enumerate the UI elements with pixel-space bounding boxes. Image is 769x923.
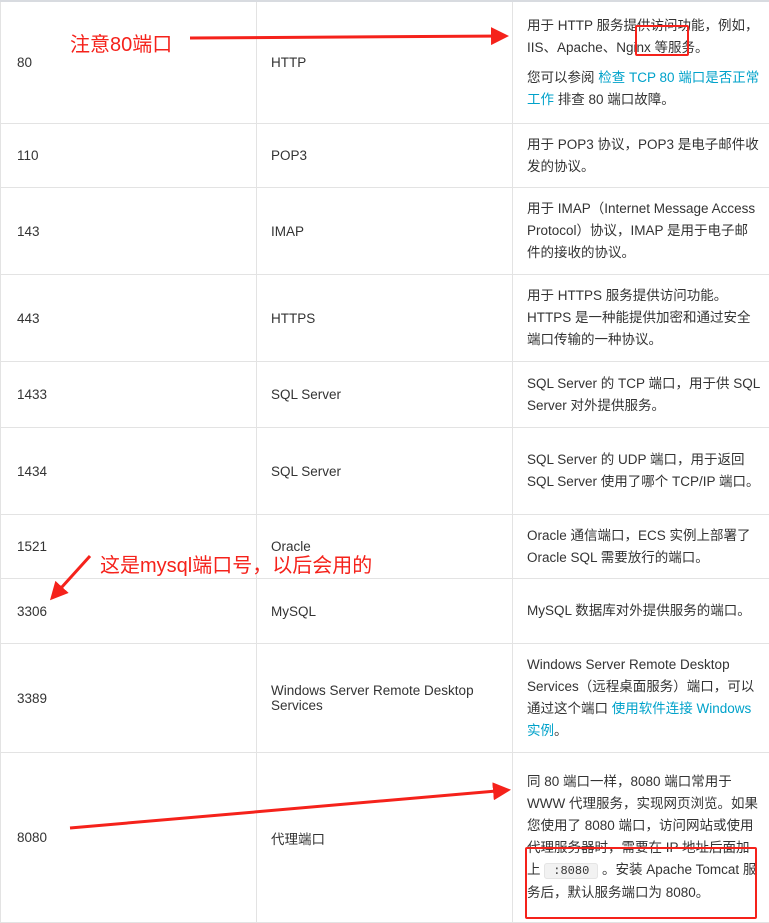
highlight-box-nginx	[635, 25, 689, 56]
arrow-to-http-desc	[189, 27, 509, 46]
arrow-to-3306	[49, 554, 92, 601]
annotation-note-80: 注意80端口	[70, 34, 173, 56]
arrow-to-8080-desc	[69, 782, 511, 830]
annotation-note-mysql: 这是mysql端口号，以后会用的	[100, 555, 373, 577]
highlight-box-8080	[525, 847, 757, 919]
annotation-arrows	[49, 27, 511, 830]
